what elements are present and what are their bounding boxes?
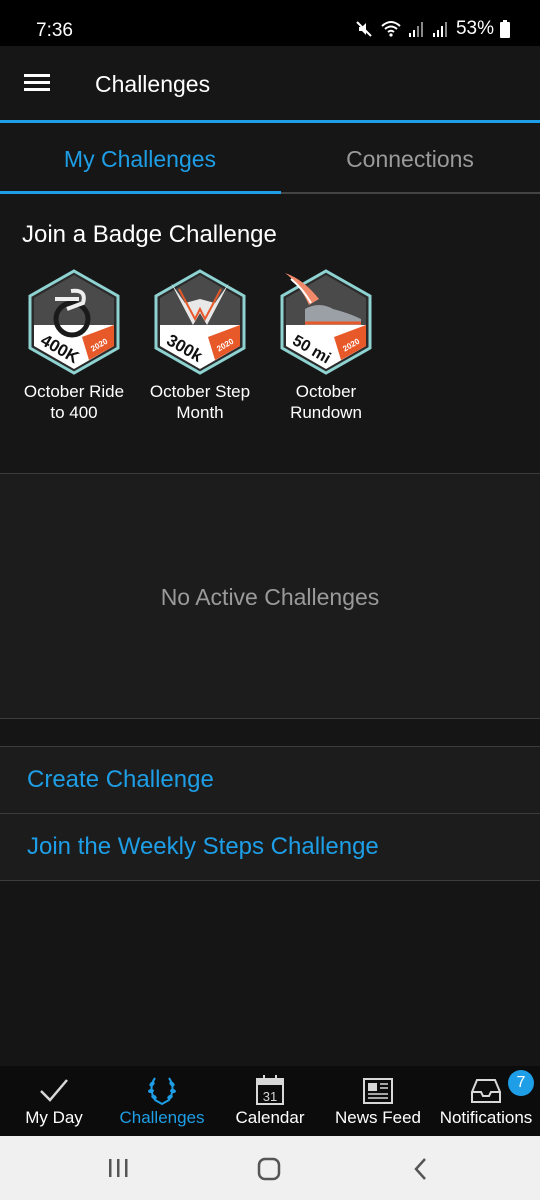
tab-divider [281, 192, 540, 194]
inbox-icon [471, 1079, 501, 1103]
system-navigation-bar [0, 1136, 540, 1200]
calendar-icon: 31 [256, 1075, 284, 1105]
app-bar: Challenges [0, 46, 540, 121]
newspaper-icon [363, 1078, 393, 1104]
wifi-icon [381, 21, 401, 37]
status-bar: 7:36 53% [0, 0, 540, 46]
bottom-navigation: My Day Challenges 31 Calendar News Feed … [0, 1066, 540, 1136]
tab-bar: My Challenges Connections [0, 123, 540, 195]
badge-label-line2: to 400 [50, 403, 98, 422]
section-gap [0, 719, 540, 746]
checkmark-icon [40, 1079, 68, 1102]
wings-badge-icon: 300k 2020 [154, 269, 246, 375]
badge-label: October Rundown [266, 381, 386, 423]
badge-october-ride[interactable]: 400K 2020 October Ride to 400 [14, 269, 134, 423]
back-icon[interactable] [406, 1156, 436, 1182]
status-time: 7:36 [36, 20, 73, 41]
nav-label: News Feed [335, 1108, 421, 1127]
battery-icon [500, 20, 510, 38]
badge-label-line1: October Step [149, 382, 251, 401]
signal-icon [408, 22, 423, 37]
cycling-badge-icon: 400K 2020 [28, 269, 120, 375]
badge-october-step-month[interactable]: 300k 2020 October Step Month [140, 269, 260, 423]
nav-label: Challenges [119, 1108, 205, 1127]
nav-news-feed[interactable]: News Feed [324, 1066, 432, 1136]
badge-label: October Ride to 400 [14, 381, 134, 423]
badge-october-rundown[interactable]: 50 mi 2020 October Rundown [266, 269, 386, 423]
badge-label: October Step Month [140, 381, 260, 423]
badge-challenge-section: Join a Badge Challenge 400K 2020 October… [0, 195, 540, 473]
laurel-icon [148, 1077, 176, 1106]
page-title: Challenges [95, 71, 211, 97]
empty-state-text: No Active Challenges [160, 584, 380, 610]
hamburger-menu-icon[interactable] [24, 70, 50, 96]
join-weekly-steps-link[interactable]: Join the Weekly Steps Challenge [0, 814, 540, 880]
signal-icon [432, 22, 447, 37]
winged-shoe-badge-icon: 50 mi 2020 [280, 269, 372, 375]
nav-label: Calendar [235, 1108, 305, 1127]
badge-label-line1: October [295, 382, 357, 401]
nav-my-day[interactable]: My Day [0, 1066, 108, 1136]
recent-apps-icon[interactable] [103, 1156, 133, 1182]
tab-connections[interactable]: Connections [280, 123, 540, 195]
nav-challenges[interactable]: Challenges [108, 1066, 216, 1136]
mute-icon [356, 21, 372, 37]
badge-label-line2: Month [176, 403, 224, 422]
section-title: Join a Badge Challenge [22, 221, 277, 248]
badge-label-line1: October Ride [23, 382, 125, 401]
link-label: Join the Weekly Steps Challenge [27, 833, 379, 860]
badge-label-line2: Rundown [290, 403, 362, 422]
calendar-date: 31 [263, 1089, 277, 1104]
tab-my-challenges[interactable]: My Challenges [0, 123, 280, 195]
home-icon[interactable] [254, 1156, 284, 1182]
notification-count-badge: 7 [508, 1070, 534, 1096]
nav-notifications[interactable]: Notifications 7 [432, 1066, 540, 1136]
nav-calendar[interactable]: 31 Calendar [216, 1066, 324, 1136]
nav-label: Notifications [439, 1108, 533, 1127]
active-tab-indicator [0, 191, 281, 194]
active-challenges-panel: No Active Challenges [0, 474, 540, 718]
divider [0, 880, 540, 881]
status-icons: 53% [354, 18, 510, 40]
link-label: Create Challenge [27, 766, 214, 793]
create-challenge-link[interactable]: Create Challenge [0, 747, 540, 813]
battery-percent: 53% [455, 18, 494, 39]
nav-label: My Day [25, 1108, 83, 1127]
